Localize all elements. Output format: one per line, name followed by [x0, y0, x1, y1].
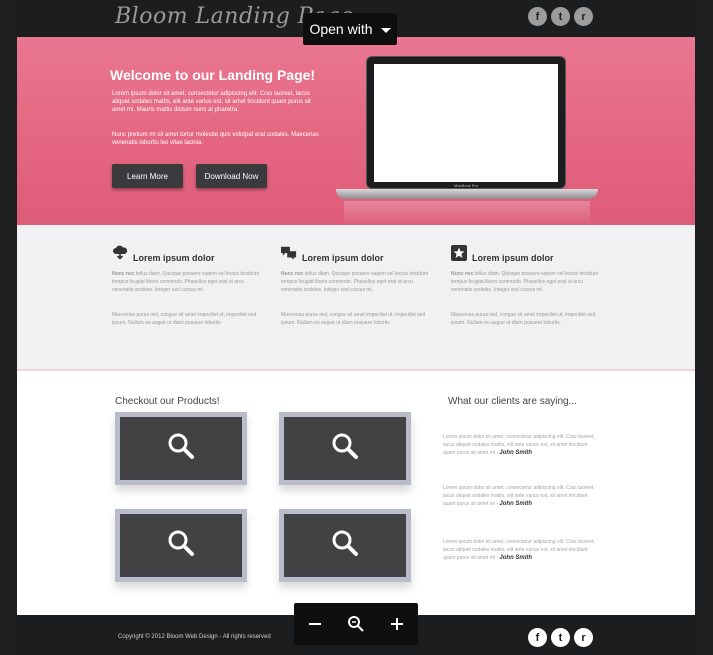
zoom-out-button[interactable] [300, 609, 330, 639]
product-thumbnail[interactable] [279, 412, 411, 485]
testimonial-author: John Smith [499, 450, 533, 456]
laptop-base [336, 189, 598, 199]
feature-lead: Nunc nec [112, 271, 135, 277]
feature-lead: Nunc nec [451, 271, 474, 277]
testimonial: Lorem ipsum dolor sit amet, consectetur … [443, 484, 601, 508]
open-with-button[interactable]: Open with [303, 13, 397, 45]
facebook-icon[interactable]: f [528, 628, 547, 647]
download-now-button[interactable]: Download Now [196, 164, 267, 188]
products-title: Checkout our Products! [115, 396, 220, 407]
feature-text-2: Maecenas purus nisl, congue sit amet imp… [281, 312, 426, 326]
rss-icon[interactable]: r [574, 628, 593, 647]
feature-text: Nunc nec tellus diam. Quisque posuere sa… [281, 270, 431, 294]
laptop-screen [374, 64, 558, 182]
zoom-reset-button[interactable] [341, 609, 371, 639]
feature-body: tellus diam. Quisque posuere sapien vel … [112, 271, 260, 293]
magnifier-icon [330, 528, 360, 563]
social-links-bottom: f t r [528, 628, 593, 647]
zoom-magnifier-icon [347, 616, 364, 632]
star-icon [451, 245, 467, 261]
rss-icon[interactable]: r [574, 7, 593, 26]
hero-section: Welcome to our Landing Page! Lorem ipsum… [17, 37, 695, 225]
features-section: Lorem ipsum dolor Nunc nec tellus diam. … [17, 225, 695, 371]
cloud-download-icon [112, 245, 128, 261]
feature-title: Lorem ipsum dolor [133, 253, 215, 263]
plus-icon [391, 618, 404, 630]
feature-text: Nunc nec tellus diam. Quisque posuere sa… [112, 270, 262, 294]
learn-more-button[interactable]: Learn More [112, 164, 183, 188]
social-links-top: f t r [528, 7, 593, 26]
magnifier-icon [166, 431, 196, 466]
magnifier-icon [330, 431, 360, 466]
laptop-reflection [344, 201, 590, 225]
feature-body: tellus diam. Quisque posuere sapien vel … [281, 271, 429, 293]
zoom-in-button[interactable] [382, 609, 412, 639]
testimonial: Lorem ipsum dolor sit amet, consectetur … [443, 538, 601, 562]
chat-bubbles-icon [281, 245, 297, 261]
hero-paragraph-1: Lorem ipsum dolor sit amet, consectetur … [112, 91, 311, 113]
clients-title: What our clients are saying... [448, 396, 577, 407]
hero-paragraph-2: Nunc pretium mi sit amet tortor molestie… [112, 132, 319, 146]
zoom-toolbar [294, 603, 418, 645]
feature-title: Lorem ipsum dolor [472, 253, 554, 263]
testimonial-author: John Smith [499, 501, 533, 507]
twitter-icon[interactable]: t [551, 628, 570, 647]
feature-title: Lorem ipsum dolor [302, 253, 384, 263]
product-thumbnail[interactable] [115, 509, 247, 582]
hero-title: Welcome to our Landing Page! [110, 67, 316, 83]
magnifier-icon [166, 528, 196, 563]
twitter-icon[interactable]: t [551, 7, 570, 26]
feature-text: Nunc nec tellus diam. Quisque posuere sa… [451, 270, 601, 294]
product-thumbnail[interactable] [115, 412, 247, 485]
facebook-icon[interactable]: f [528, 7, 547, 26]
product-thumbnail[interactable] [279, 509, 411, 582]
feature-text-2: Maecenas purus nisl, congue sit amet imp… [112, 312, 257, 326]
feature-body: tellus diam. Quisque posuere sapien vel … [451, 271, 599, 293]
laptop-illustration: MacBook Pro [336, 56, 598, 231]
testimonial: Lorem ipsum dolor sit amet, consectetur … [443, 433, 601, 457]
feature-text-2: Maecenas purus nisl, congue sit amet imp… [451, 312, 596, 326]
landing-page-preview: Bloom Landing Page f t r Welcome to our … [17, 0, 695, 655]
chevron-down-icon [380, 27, 391, 33]
laptop-brand-label: MacBook Pro [454, 183, 479, 188]
minus-icon [308, 623, 321, 625]
feature-lead: Nunc nec [281, 271, 304, 277]
copyright-text: Copyright © 2012 Bloom Web Design - All … [118, 634, 271, 640]
open-with-label: Open with [309, 21, 373, 37]
testimonial-author: John Smith [499, 555, 533, 561]
